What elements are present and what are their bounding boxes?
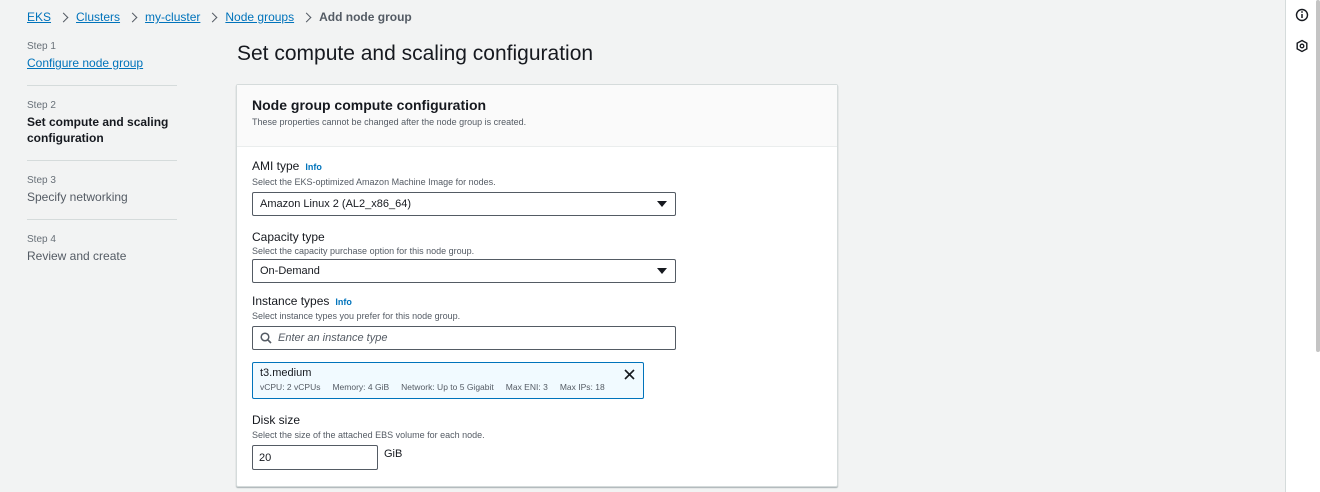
step-number: Step 2 (27, 100, 56, 111)
ami-type-label: AMI type (252, 159, 300, 173)
chevron-right-icon (127, 12, 138, 22)
capacity-type-select[interactable]: On-Demand (252, 259, 676, 283)
step-number: Step 1 (27, 41, 56, 52)
instance-type-search[interactable] (252, 326, 676, 350)
step-label-networking: Specify networking (27, 190, 128, 204)
disk-size-label: Disk size (252, 413, 301, 427)
compute-config-panel: Node group compute configuration These p… (236, 84, 838, 487)
token-vcpu: vCPU: 2 vCPUs (260, 382, 321, 392)
breadcrumb-eks[interactable]: EKS (27, 10, 51, 24)
info-icon[interactable] (1295, 8, 1309, 22)
instance-type-input[interactable] (278, 332, 658, 344)
chevron-right-icon (58, 12, 69, 22)
instance-types-label: Instance types (252, 294, 330, 308)
step-label-review: Review and create (27, 249, 127, 263)
breadcrumb-current: Add node group (319, 10, 412, 24)
panel-body: AMI type Info Select the EKS-optimized A… (237, 147, 837, 470)
panel-description: These properties cannot be changed after… (252, 117, 527, 127)
page-title: Set compute and scaling configuration (237, 42, 594, 65)
disk-size-label-row: Disk size (252, 413, 822, 427)
instance-type-token: t3.medium vCPU: 2 vCPUs Memory: 4 GiB Ne… (252, 362, 644, 399)
ami-type-select[interactable]: Amazon Linux 2 (AL2_x86_64) (252, 192, 676, 216)
breadcrumb: EKS Clusters my-cluster Node groups Add … (27, 10, 412, 24)
settings-icon[interactable] (1295, 39, 1309, 53)
scrollbar[interactable] (1316, 0, 1320, 352)
step-2: Step 2 Set compute and scaling configura… (27, 100, 177, 161)
breadcrumb-clusters[interactable]: Clusters (76, 10, 120, 24)
step-label-current: Set compute and scaling configuration (27, 115, 169, 145)
capacity-type-field: Capacity type Select the capacity purcha… (252, 230, 822, 283)
step-1: Step 1 Configure node group (27, 41, 177, 86)
ami-type-description: Select the EKS-optimized Amazon Machine … (252, 177, 496, 187)
caret-down-icon (657, 201, 667, 207)
wizard-steps: Step 1 Configure node group Step 2 Set c… (27, 41, 177, 292)
panel-title: Node group compute configuration (252, 97, 487, 113)
close-icon[interactable] (624, 369, 635, 380)
capacity-type-description: Select the capacity purchase option for … (252, 246, 475, 256)
instance-types-field: Instance types Info Select instance type… (252, 294, 822, 399)
step-number: Step 4 (27, 234, 56, 245)
capacity-type-value: On-Demand (260, 265, 320, 277)
breadcrumb-node-groups[interactable]: Node groups (225, 10, 294, 24)
instance-types-info-link[interactable]: Info (335, 297, 352, 307)
ami-type-value: Amazon Linux 2 (AL2_x86_64) (260, 198, 412, 210)
disk-size-row: GiB (252, 445, 822, 470)
token-details: vCPU: 2 vCPUs Memory: 4 GiB Network: Up … (260, 382, 636, 392)
instance-types-label-row: Instance types Info (252, 294, 822, 308)
step-number: Step 3 (27, 175, 56, 186)
disk-size-unit: GiB (384, 448, 403, 460)
token-memory: Memory: 4 GiB (332, 382, 390, 392)
token-max-ips: Max IPs: 18 (559, 382, 605, 392)
step-link-configure-node-group[interactable]: Configure node group (27, 55, 177, 71)
breadcrumb-my-cluster[interactable]: my-cluster (145, 10, 200, 24)
token-max-eni: Max ENI: 3 (505, 382, 548, 392)
step-4: Step 4 Review and create (27, 234, 177, 278)
chevron-right-icon (207, 12, 218, 22)
ami-type-field: AMI type Info Select the EKS-optimized A… (252, 159, 822, 216)
ami-type-label-row: AMI type Info (252, 159, 822, 173)
ami-info-link[interactable]: Info (305, 162, 322, 172)
search-icon (260, 332, 272, 344)
capacity-type-label-row: Capacity type (252, 230, 822, 244)
caret-down-icon (657, 268, 667, 274)
right-rail (1285, 0, 1320, 492)
instance-types-description: Select instance types you prefer for thi… (252, 311, 461, 321)
disk-size-description: Select the size of the attached EBS volu… (252, 430, 485, 440)
token-instance-name: t3.medium (260, 367, 312, 379)
disk-size-field: Disk size Select the size of the attache… (252, 413, 822, 470)
panel-header: Node group compute configuration These p… (237, 85, 837, 147)
step-3: Step 3 Specify networking (27, 175, 177, 220)
disk-size-input[interactable] (252, 445, 378, 470)
token-network: Network: Up to 5 Gigabit (401, 382, 494, 392)
capacity-type-label: Capacity type (252, 230, 325, 244)
chevron-right-icon (301, 12, 312, 22)
